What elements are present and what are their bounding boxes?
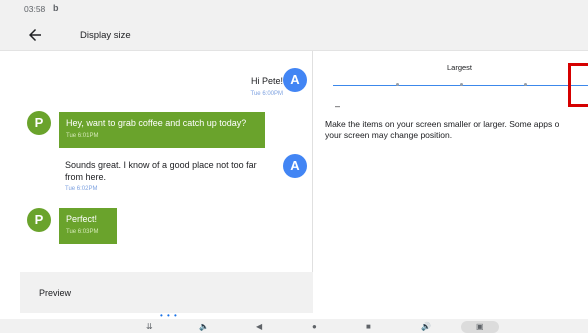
preview-label: Preview	[39, 288, 72, 298]
description-text: Make the items on your screen smaller or…	[325, 119, 588, 141]
app-bar: Display size	[0, 20, 588, 51]
decrease-size-button[interactable]: –	[335, 101, 340, 111]
description-line2: your screen may change position.	[325, 130, 453, 140]
status-bar: 03:58 b	[0, 0, 588, 20]
recents-icon[interactable]: ■	[366, 322, 371, 332]
message-incoming-1: Hi Pete! Tue 6:00PM	[223, 76, 283, 100]
avatar: P	[27, 208, 51, 232]
home-icon[interactable]: ●	[312, 322, 317, 332]
message-text-line1: Sounds great. I know of a good place not…	[65, 160, 257, 170]
message-time: Tue 6:03PM	[66, 229, 99, 235]
message-text: Perfect!	[66, 214, 98, 224]
screenshot-icon[interactable]: ▣	[476, 322, 484, 332]
avatar: A	[283, 154, 307, 178]
slider-tick	[460, 83, 463, 86]
status-time: 03:58	[24, 4, 46, 14]
page-title: Display size	[80, 30, 131, 41]
back-icon[interactable]: ◀	[256, 322, 262, 332]
volume-up-icon[interactable]: 🔊	[421, 322, 431, 332]
preview-label-bar: Preview	[20, 272, 313, 313]
message-text: Hey, want to grab coffee and catch up to…	[66, 118, 247, 128]
message-text: Hi Pete!	[250, 76, 283, 86]
message-time: Tue 6:01PM	[66, 133, 99, 139]
back-button[interactable]	[26, 26, 44, 44]
slider-tick	[396, 83, 399, 86]
slider-tick	[524, 83, 527, 86]
message-bubble-2: Perfect! Tue 6:03PM	[59, 208, 117, 244]
message-incoming-2: Sounds great. I know of a good place not…	[65, 160, 275, 196]
notification-icon: b	[53, 3, 59, 13]
size-value-label: Largest	[447, 63, 473, 72]
message-time: Tue 6:00PM	[250, 90, 283, 97]
avatar: P	[27, 111, 51, 135]
navigation-bar	[0, 319, 588, 333]
message-time: Tue 6:02PM	[65, 186, 98, 192]
message-bubble-1: Hey, want to grab coffee and catch up to…	[59, 112, 265, 148]
chevron-down-icon[interactable]: ⇊	[146, 322, 153, 332]
description-line1: Make the items on your screen smaller or…	[325, 119, 560, 129]
volume-down-icon[interactable]: 🔈	[199, 322, 209, 332]
slider-thumb-highlight[interactable]	[568, 63, 588, 107]
arrow-back-icon	[29, 29, 41, 41]
avatar: A	[283, 68, 307, 92]
message-text-line2: from here.	[65, 171, 107, 182]
